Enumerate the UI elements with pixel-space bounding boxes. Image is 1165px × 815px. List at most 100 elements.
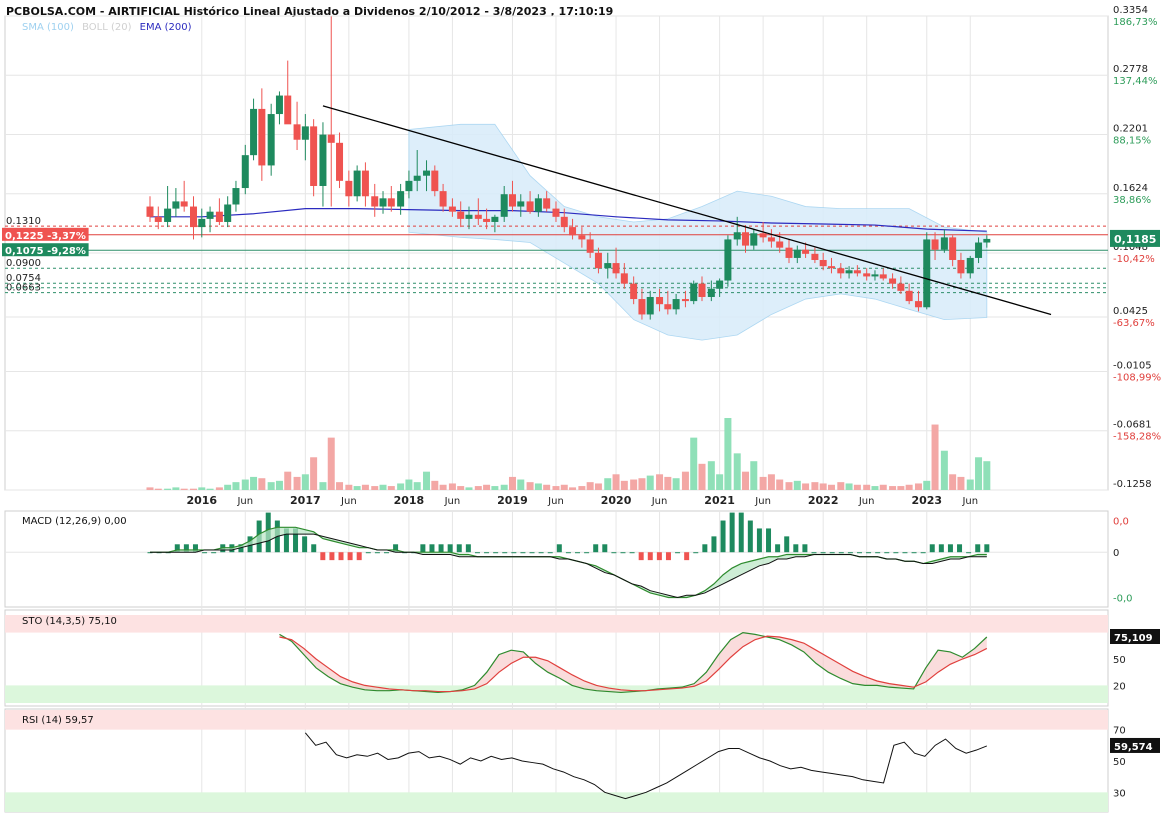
price-axis-percent: 137,44% (1113, 76, 1158, 87)
price-level-tag-text: 0,1075 -9,28% (5, 246, 86, 257)
candle-body (284, 95, 292, 125)
rsi-overbought-zone (5, 710, 1108, 730)
volume-bar (905, 484, 913, 490)
macd-histogram-bar (902, 552, 908, 554)
volume-bar (594, 483, 602, 490)
macd-histogram-bar (438, 544, 444, 553)
candle-body (180, 201, 188, 207)
time-axis-label: Jun (651, 496, 668, 507)
sto-axis-label: 20 (1113, 681, 1126, 692)
candle-body (594, 252, 602, 269)
macd-histogram-bar (820, 552, 826, 554)
macd-histogram-bar (947, 544, 953, 553)
macd-histogram-bar (338, 552, 344, 561)
candle-body (224, 204, 232, 222)
candle-body (931, 239, 939, 250)
price-axis-label: -0.0105 (1113, 361, 1152, 372)
time-axis-label: Jun (547, 496, 564, 507)
chart-root: PCBOLSA.COM - AIRTIFICIAL Histórico Line… (0, 0, 1165, 815)
volume-bar (180, 488, 188, 490)
macd-axis-label: -0,0 (1113, 593, 1133, 604)
volume-bar (966, 479, 974, 490)
price-axis-label: 0.0425 (1113, 306, 1148, 317)
volume-bar (750, 461, 758, 490)
candle-body (483, 218, 491, 222)
candle-body (966, 257, 974, 274)
candle-body (811, 253, 819, 260)
price-axis-label: 0.3354 (1113, 5, 1148, 16)
candle-body (543, 198, 551, 209)
candle-body (646, 296, 654, 315)
candle-body (164, 208, 172, 222)
macd-axis-label: 0 (1113, 548, 1119, 559)
macd-histogram-bar (766, 528, 772, 553)
macd-histogram-bar (302, 536, 308, 553)
volume-bar (811, 482, 819, 490)
volume-bar (569, 487, 577, 490)
volume-bar (690, 437, 698, 490)
volume-bar (258, 478, 266, 490)
candle-body (361, 170, 369, 197)
volume-bar (241, 479, 249, 490)
macd-histogram-bar (493, 552, 499, 554)
volume-bar (431, 480, 439, 490)
bollinger-band (408, 123, 988, 341)
candle-body (681, 299, 689, 302)
macd-histogram-bar (656, 552, 662, 561)
volume-bar (465, 487, 473, 490)
macd-label: MACD (12,26,9) 0,00 (22, 516, 127, 527)
volume-bar (578, 486, 586, 490)
volume-bar (733, 453, 741, 490)
macd-histogram-bar (484, 552, 490, 554)
volume-bar (379, 484, 387, 490)
macd-histogram-bar (984, 544, 990, 553)
sto-oversold-zone (5, 685, 1108, 703)
time-axis-label: 2017 (290, 494, 321, 507)
rsi-axis-label: 50 (1113, 757, 1126, 768)
sto-fill (279, 632, 987, 693)
volume-bar (232, 482, 240, 490)
volume-bar (716, 474, 724, 490)
candle-body (767, 237, 775, 242)
candle-body (491, 216, 499, 222)
price-axis-label: 0.2201 (1113, 124, 1148, 135)
volume-bar (612, 474, 620, 490)
candle-body (656, 296, 664, 305)
candle-body (690, 283, 698, 302)
macd-histogram-bar (675, 552, 681, 554)
candle-body (845, 270, 853, 274)
candle-body (819, 259, 827, 267)
candle-body (707, 288, 715, 297)
volume-bar (819, 483, 827, 490)
volume-bar (361, 484, 369, 490)
macd-histogram-bar (575, 552, 581, 554)
macd-histogram-bar (775, 544, 781, 553)
rsi-oversold-zone (5, 792, 1108, 812)
volume-bar (759, 476, 767, 490)
macd-histogram-bar (329, 552, 335, 561)
candle-body (413, 175, 421, 181)
macd-histogram-bar (720, 520, 726, 553)
volume-bar (267, 482, 275, 490)
candle-body (733, 232, 741, 240)
macd-histogram-bar (529, 552, 535, 554)
volume-bar (776, 479, 784, 490)
macd-histogram-bar (847, 552, 853, 554)
macd-histogram-bar (211, 552, 217, 554)
time-axis-label: Jun (754, 496, 771, 507)
candle-body (975, 242, 983, 258)
volume-bar (275, 480, 283, 490)
rsi-line (304, 732, 988, 800)
volume-bar (336, 482, 344, 490)
candle-body (405, 180, 413, 192)
candle-body (198, 218, 206, 228)
volume-bar (889, 486, 897, 490)
macd-histogram-bar (320, 552, 326, 561)
volume-bar (164, 488, 172, 490)
candle-body (905, 290, 913, 302)
macd-axis-label: 0,0 (1113, 517, 1129, 528)
macd-histogram-bar (611, 552, 617, 554)
candle-body (759, 233, 767, 238)
volume-bar (914, 483, 922, 490)
time-axis-label: 2023 (911, 494, 942, 507)
